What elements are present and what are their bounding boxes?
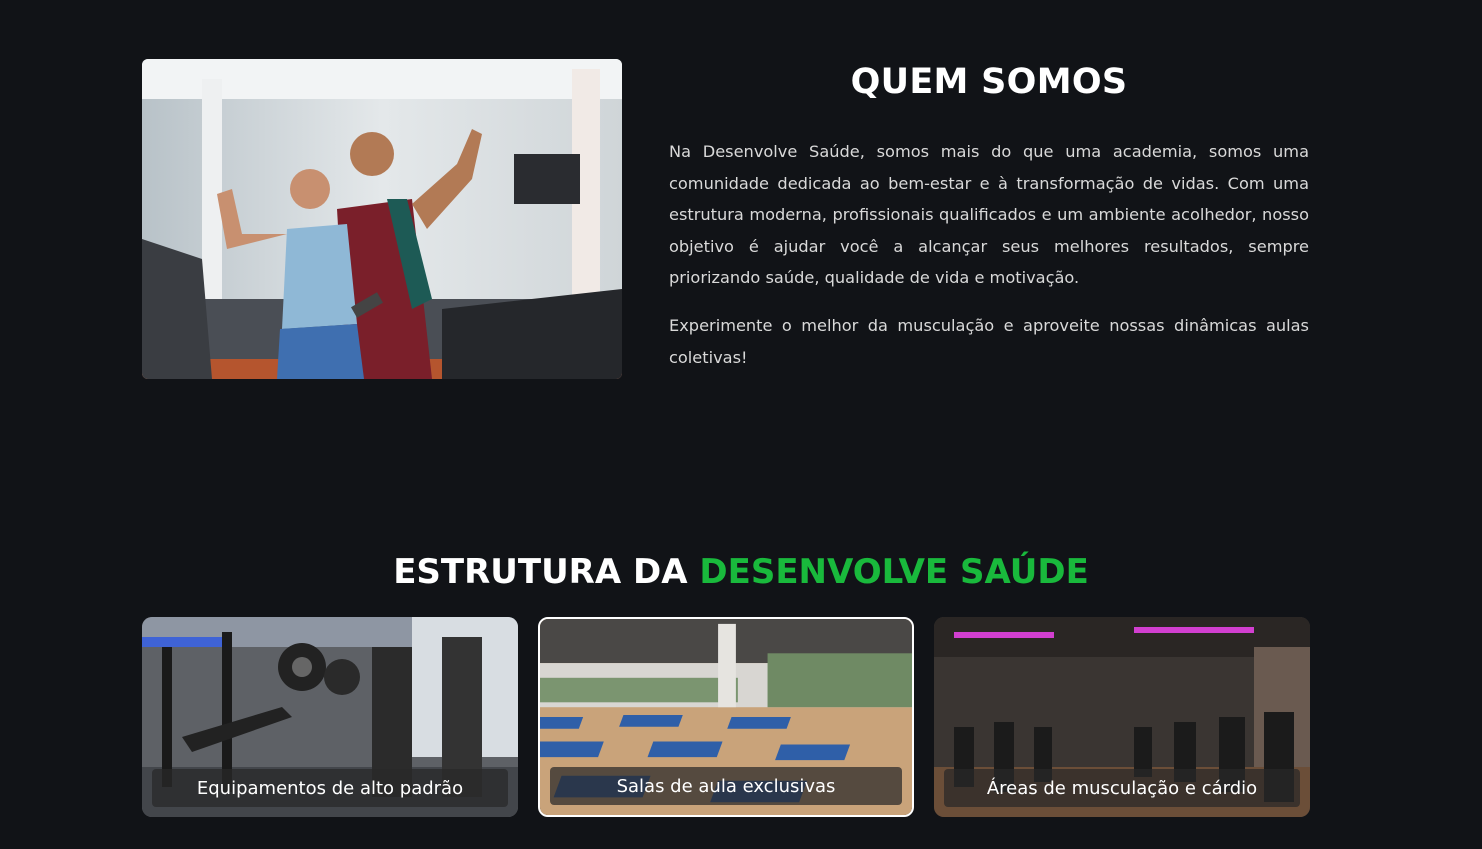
structure-title-prefix: ESTRUTURA DA: [393, 552, 700, 592]
structure-card-equipment[interactable]: Equipamentos de alto padrão: [142, 617, 518, 817]
card-label: Salas de aula exclusivas: [550, 767, 902, 805]
structure-title-accent: DESENVOLVE SAÚDE: [699, 552, 1089, 592]
structure-card-classrooms[interactable]: Salas de aula exclusivas: [538, 617, 914, 817]
about-paragraph: Experimente o melhor da musculação e apr…: [669, 315, 1309, 367]
structure-card-cardio[interactable]: Áreas de musculação e cárdio: [934, 617, 1310, 817]
card-label: Equipamentos de alto padrão: [152, 769, 508, 807]
structure-title: ESTRUTURA DA DESENVOLVE SAÚDE: [0, 552, 1482, 592]
page: QUEM SOMOS Na Desenvolve Saúde, somos ma…: [0, 0, 1482, 849]
about-photo: [142, 59, 622, 379]
about-title: QUEM SOMOS: [850, 62, 1128, 102]
about-paragraph: Na Desenvolve Saúde, somos mais do que u…: [669, 142, 1309, 288]
about-text: Na Desenvolve Saúde, somos mais do que u…: [669, 136, 1309, 389]
card-label: Áreas de musculação e cárdio: [944, 769, 1300, 807]
